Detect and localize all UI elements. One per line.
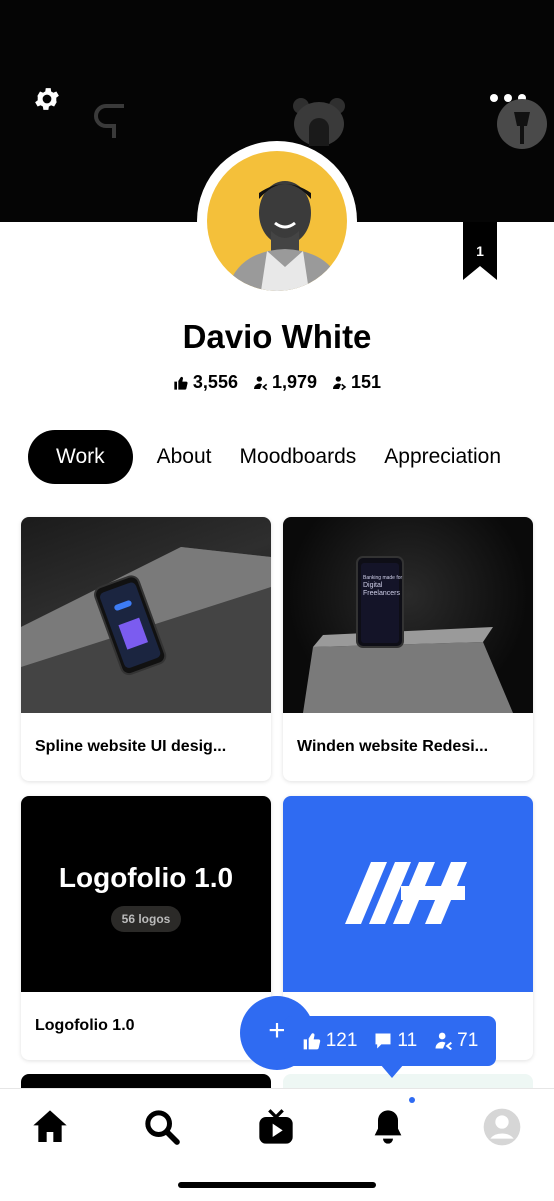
search-icon[interactable] bbox=[142, 1107, 182, 1147]
following-icon bbox=[333, 375, 347, 390]
tab-moodboards[interactable]: Moodboards bbox=[226, 430, 371, 484]
popover-followers: 71 bbox=[433, 1030, 478, 1052]
project-card[interactable]: Logofolio 1.0 56 logos Logofolio 1.0 bbox=[21, 796, 271, 1060]
followers-icon bbox=[253, 375, 268, 390]
project-title[interactable]: Winden website Redesi... bbox=[283, 713, 533, 781]
project-title[interactable]: Spline website UI desig... bbox=[21, 713, 271, 781]
phone-heading-line2: Digital bbox=[363, 582, 383, 589]
phone-screen-text: Banking made for Digital Freelancers bbox=[363, 575, 403, 598]
bear-logo-icon bbox=[293, 98, 345, 146]
project-card-partial[interactable] bbox=[283, 1074, 533, 1088]
stripe-h-logo-icon bbox=[345, 862, 467, 924]
tab-work[interactable]: Work bbox=[28, 430, 133, 484]
home-indicator[interactable] bbox=[178, 1182, 376, 1188]
avatar-frame bbox=[197, 141, 357, 301]
popover-comments-count: 11 bbox=[397, 1030, 418, 1051]
tab-about[interactable]: About bbox=[143, 430, 226, 484]
thumbs-up-icon bbox=[174, 376, 188, 390]
thumbnail-badge: 56 logos bbox=[111, 906, 181, 932]
profile-tabs: Work About Moodboards Appreciation bbox=[28, 430, 515, 484]
ranking-badge-count: 1 bbox=[476, 243, 484, 259]
popover-comments: 11 bbox=[373, 1030, 417, 1052]
project-thumbnail[interactable]: Logofolio 1.0 56 logos bbox=[21, 796, 271, 992]
project-card[interactable]: Banking made for Digital Freelancers Win… bbox=[283, 517, 533, 781]
popover-arrow bbox=[380, 1064, 404, 1078]
thumbs-up-icon bbox=[303, 1033, 320, 1050]
project-thumbnail[interactable] bbox=[21, 517, 271, 713]
appreciations-count: 3,556 bbox=[192, 372, 238, 392]
tv-icon[interactable] bbox=[256, 1107, 296, 1147]
project-stats-popover: 121 11 71 bbox=[284, 1016, 496, 1078]
phone-heading-line3: Freelancers bbox=[363, 590, 400, 597]
rock-phone-render-icon bbox=[21, 547, 271, 713]
avatar-portrait-icon bbox=[227, 181, 343, 291]
tab-appreciation[interactable]: Appreciation bbox=[370, 430, 515, 484]
pedestal-phone-render-icon bbox=[303, 556, 513, 713]
appreciations-stat: 3,556 bbox=[173, 372, 238, 393]
comment-icon bbox=[375, 1033, 391, 1049]
followers-count: 1,979 bbox=[271, 372, 318, 392]
popover-followers-count: 71 bbox=[457, 1030, 479, 1051]
project-title[interactable]: Logofolio 1.0 bbox=[21, 992, 271, 1060]
project-thumbnail[interactable] bbox=[283, 796, 533, 992]
avatar[interactable] bbox=[207, 151, 347, 291]
user-avatar-icon[interactable] bbox=[482, 1107, 522, 1147]
bell-icon[interactable] bbox=[368, 1107, 408, 1147]
profile-name: Davio White bbox=[182, 318, 372, 355]
followers-stat[interactable]: 1,979 bbox=[252, 372, 317, 393]
home-icon[interactable] bbox=[30, 1107, 70, 1147]
project-card[interactable]: Spline website UI desig... bbox=[21, 517, 271, 781]
following-stat[interactable]: 151 bbox=[331, 372, 381, 393]
brand-c-logo-icon bbox=[94, 104, 124, 138]
popover-likes: 121 bbox=[302, 1030, 358, 1052]
notification-dot bbox=[409, 1097, 415, 1103]
popover-likes-count: 121 bbox=[325, 1030, 358, 1051]
phone-heading-line1: Banking made for bbox=[363, 575, 403, 581]
fork-logo-icon bbox=[497, 99, 547, 149]
project-card-partial[interactable] bbox=[21, 1074, 271, 1088]
thumbnail-title: Logofolio 1.0 bbox=[58, 862, 234, 893]
gear-icon[interactable] bbox=[32, 84, 62, 114]
following-count: 151 bbox=[351, 372, 382, 392]
followers-icon bbox=[435, 1032, 453, 1051]
profile-stats: 3,556 1,979 151 bbox=[0, 372, 554, 393]
project-thumbnail[interactable]: Banking made for Digital Freelancers bbox=[283, 517, 533, 713]
